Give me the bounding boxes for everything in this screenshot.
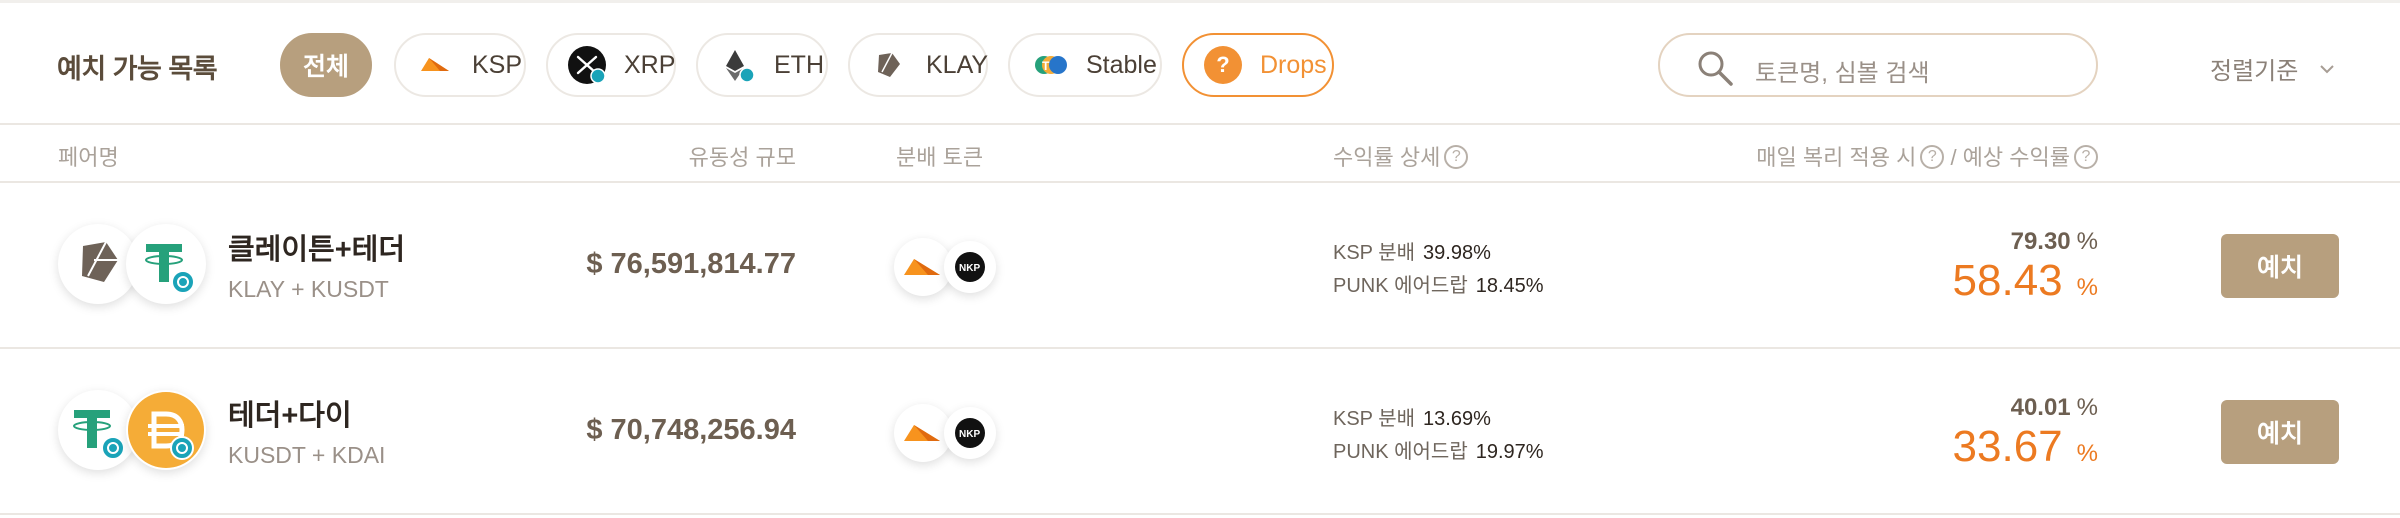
apy-number: 58.43 (1952, 256, 2063, 305)
yield-value: 18.45% (1475, 275, 1544, 297)
column-yield-detail: 수익률 상세? (1333, 140, 1469, 172)
ksp-icon (416, 46, 454, 84)
apy-value: 58.43% (1953, 256, 2098, 306)
sort-label: 정렬기준 (2210, 58, 2299, 85)
search-placeholder: 토큰명, 심볼 검색 (1755, 60, 1930, 87)
xrp-icon (568, 46, 606, 84)
yield-label: PUNK 에어드랍 (1333, 441, 1468, 463)
pair-name: 클레이튼+테더 (228, 234, 406, 266)
svg-text:T: T (1042, 59, 1050, 73)
chip-label: KLAY (926, 50, 989, 79)
chip-label: ETH (774, 50, 824, 79)
klay-icon (870, 46, 908, 84)
svg-text:NKP: NKP (959, 429, 980, 440)
help-icon[interactable]: ? (1444, 145, 1469, 170)
filter-chip-ksp[interactable]: KSP (394, 33, 526, 97)
chip-label: 전체 (302, 53, 349, 81)
stable-icon: T (1030, 46, 1068, 84)
pair-symbols: KUSDT + KDAI (228, 442, 386, 468)
yield-detail-label: 수익률 상세 (1333, 145, 1441, 170)
apr-number: 79.30 (2010, 228, 2071, 255)
apy-prefix-label: 매일 복리 적용 시 (1756, 145, 1917, 170)
dai-icon (126, 390, 206, 470)
column-liquidity: 유동성 규모 (688, 145, 796, 170)
percent-sign: % (2076, 274, 2098, 301)
chip-label: Drops (1260, 50, 1327, 79)
column-distribution: 분배 토큰 (896, 145, 984, 170)
deposit-button[interactable]: 예치 (2221, 400, 2339, 464)
apr-value: 40.01% (2011, 394, 2098, 422)
yield-label: PUNK 에어드랍 (1333, 275, 1468, 297)
liquidity-value: $ 76,591,814.77 (586, 248, 796, 280)
tether-icon (126, 224, 206, 304)
yield-ksp: KSP 분배 39.98% (1333, 236, 1491, 265)
chip-label: XRP (624, 50, 676, 79)
percent-sign: % (2076, 394, 2098, 421)
column-apy: 매일 복리 적용 시? / 예상 수익률? (1756, 140, 2098, 172)
yield-punk: PUNK 에어드랍 18.45% (1333, 269, 1544, 298)
yield-ksp: KSP 분배 13.69% (1333, 402, 1491, 431)
punk-icon: NKP (944, 407, 996, 459)
yield-value: 19.97% (1475, 441, 1544, 463)
apy-suffix-label: / 예상 수익률 (1950, 145, 2070, 170)
chip-label: KSP (472, 50, 523, 79)
pair-name: 테더+다이 (228, 400, 352, 432)
percent-sign: % (2076, 228, 2098, 255)
filter-chip-klay[interactable]: KLAY (848, 33, 988, 97)
chevron-down-icon (2318, 60, 2336, 78)
liquidity-value: $ 70,748,256.94 (586, 414, 796, 446)
filter-chip-xrp[interactable]: XRP (546, 33, 676, 97)
percent-sign: % (2076, 440, 2098, 467)
section-title: 예치 가능 목록 (57, 54, 218, 84)
help-icon[interactable]: ? (1920, 145, 1945, 170)
filter-chip-drops[interactable]: ? Drops (1182, 33, 1334, 97)
apr-number: 40.01 (2010, 394, 2071, 421)
svg-text:NKP: NKP (959, 263, 980, 274)
yield-value: 13.69% (1423, 408, 1491, 430)
column-pair: 페어명 (58, 145, 119, 170)
chip-label: Stable (1086, 50, 1157, 79)
apy-number: 33.67 (1952, 422, 2063, 471)
yield-label: KSP 분배 (1333, 242, 1416, 264)
eth-icon (718, 46, 756, 84)
sort-dropdown[interactable]: 정렬기준 (2210, 51, 2336, 86)
help-icon[interactable]: ? (2074, 145, 2098, 170)
apy-value: 33.67% (1953, 422, 2098, 472)
filter-chip-stable[interactable]: T Stable (1008, 33, 1162, 97)
filter-chip-eth[interactable]: ETH (696, 33, 828, 97)
apr-value: 79.30% (2011, 228, 2098, 256)
table-row: 클레이튼+테더 KLAY + KUSDT $ 76,591,814.77 NKP… (0, 184, 2400, 349)
filter-bar: 예치 가능 목록 전체 KSP XRP ETH KLAY T Stable ? (0, 3, 2400, 125)
search-input[interactable]: 토큰명, 심볼 검색 (1658, 33, 2098, 97)
yield-label: KSP 분배 (1333, 408, 1416, 430)
question-icon: ? (1204, 46, 1242, 84)
yield-value: 39.98% (1423, 242, 1491, 264)
filter-chip-all[interactable]: 전체 (280, 33, 372, 97)
yield-punk: PUNK 에어드랍 19.97% (1333, 435, 1544, 464)
search-icon (1695, 48, 1735, 88)
table-row: 테더+다이 KUSDT + KDAI $ 70,748,256.94 NKP K… (0, 350, 2400, 515)
table-header: 페어명 유동성 규모 분배 토큰 수익률 상세? 매일 복리 적용 시? / 예… (0, 125, 2400, 183)
pair-symbols: KLAY + KUSDT (228, 276, 389, 302)
deposit-button[interactable]: 예치 (2221, 234, 2339, 298)
punk-icon: NKP (944, 241, 996, 293)
